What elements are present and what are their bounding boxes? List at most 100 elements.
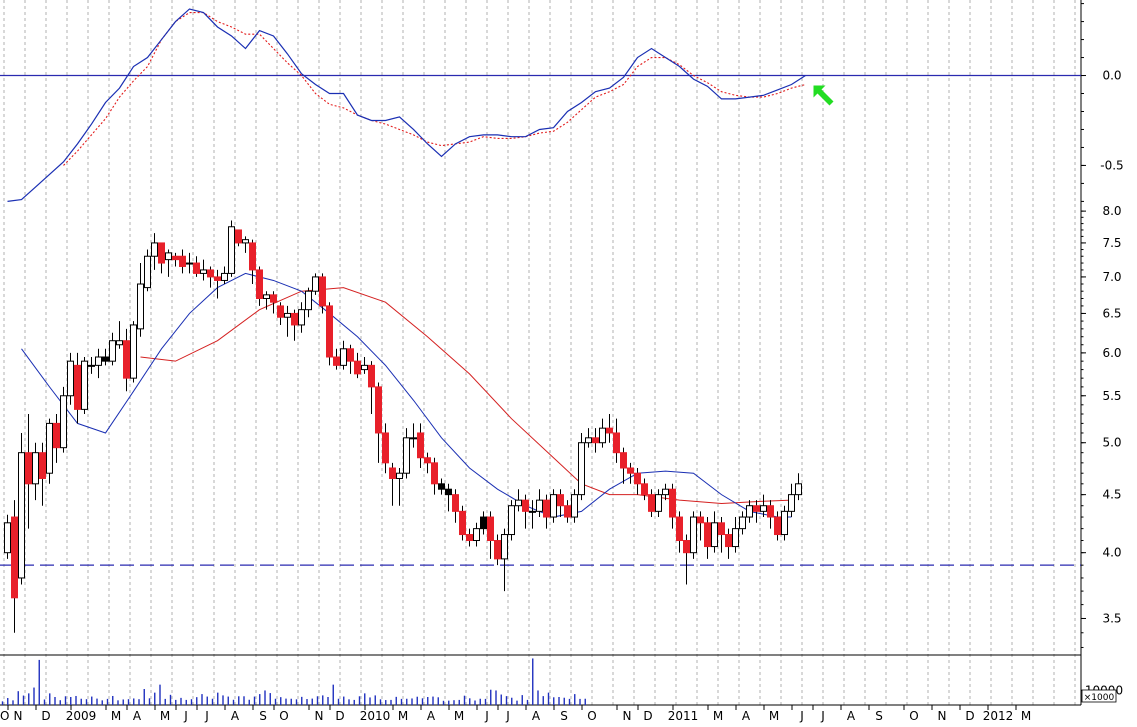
candle-body <box>305 290 312 311</box>
candle <box>578 432 585 501</box>
price-tick-label: 4.5 <box>1102 488 1121 502</box>
candle <box>382 423 389 474</box>
candle <box>480 511 487 535</box>
candle <box>214 269 221 299</box>
candle <box>536 489 543 518</box>
price-tick-label: 4.0 <box>1102 546 1121 560</box>
candle <box>193 256 200 277</box>
candle <box>543 494 550 529</box>
price-panel <box>0 220 1081 633</box>
candle-body <box>284 312 291 318</box>
x-tick-label: J <box>820 709 825 723</box>
candle-body <box>760 505 767 512</box>
candle-body <box>522 499 529 512</box>
x-tick-label: 2010 <box>360 709 391 723</box>
candle-body <box>368 364 375 388</box>
candle <box>753 500 760 523</box>
price-tick-label: 5.5 <box>1102 389 1121 403</box>
x-tick-label: N <box>623 709 632 723</box>
candle <box>242 236 249 253</box>
candle <box>200 259 207 281</box>
signal-line <box>63 12 806 166</box>
x-tick-label: M <box>713 709 723 723</box>
candle-body <box>4 522 11 554</box>
candle <box>375 382 382 463</box>
candle-body <box>557 494 564 507</box>
candle-body <box>53 422 60 449</box>
x-tick-label: S <box>259 709 267 723</box>
candle-body <box>452 494 459 512</box>
candle-body <box>242 239 249 244</box>
x-tick-label: O <box>279 709 288 723</box>
candle-body <box>767 505 774 518</box>
candle-body <box>781 510 788 536</box>
candle <box>53 414 60 463</box>
candle <box>613 418 620 463</box>
candle-body <box>599 427 606 444</box>
x-tick-label: M <box>111 709 121 723</box>
candle-body <box>116 340 123 346</box>
candle-body <box>753 505 760 512</box>
candle <box>550 489 557 523</box>
candle-body <box>361 364 368 371</box>
candle-body <box>529 510 536 513</box>
x-tick-label: A <box>427 709 436 723</box>
candle-body <box>704 522 711 548</box>
x-tick-label: N <box>938 709 947 723</box>
candle-body <box>410 437 417 440</box>
candle <box>648 489 655 518</box>
x-tick-label: S <box>875 709 883 723</box>
candle <box>739 511 746 535</box>
candle <box>396 467 403 506</box>
candle <box>221 266 228 285</box>
candle-body <box>382 432 389 464</box>
candle <box>445 483 452 512</box>
candle <box>788 483 795 518</box>
candle <box>158 242 165 274</box>
candle <box>466 528 473 547</box>
candle <box>312 273 319 295</box>
candle-body <box>18 452 25 579</box>
candle-body <box>172 255 179 261</box>
candle <box>109 332 116 366</box>
candle-body <box>676 516 683 542</box>
candle <box>88 357 95 374</box>
grid-layer <box>0 0 1082 706</box>
candle <box>39 442 46 506</box>
candle <box>683 534 690 585</box>
candle <box>144 249 151 292</box>
candle-body <box>32 452 39 485</box>
candle-body <box>634 472 641 485</box>
x-tick-label: D <box>643 709 652 723</box>
candle-body <box>466 534 473 542</box>
candle <box>774 511 781 541</box>
candle <box>228 220 235 277</box>
candle <box>130 321 137 383</box>
candle-body <box>746 505 753 518</box>
candle-body <box>501 534 508 560</box>
candle-body <box>396 472 403 479</box>
candle-body <box>186 262 193 265</box>
x-tick-label: 2012 <box>983 709 1014 723</box>
candle-body <box>508 505 515 536</box>
candle <box>585 428 592 448</box>
candle <box>494 534 501 566</box>
candle-body <box>480 516 487 530</box>
candle <box>256 266 263 306</box>
candle <box>74 352 81 424</box>
candle-body <box>81 360 88 410</box>
x-tick-label: A <box>532 709 541 723</box>
candle-body <box>333 356 340 366</box>
candle-body <box>375 386 382 434</box>
candle <box>116 321 123 349</box>
candle-body <box>389 467 396 479</box>
candle-body <box>606 427 613 434</box>
candle <box>606 414 613 443</box>
candle-body <box>319 276 326 307</box>
candle-body <box>718 522 725 536</box>
candle-body <box>137 283 144 330</box>
candle <box>151 233 158 270</box>
candle <box>452 489 459 523</box>
x-tick-label: M <box>454 709 464 723</box>
osc-tick-label: -0.5 <box>1100 158 1123 172</box>
